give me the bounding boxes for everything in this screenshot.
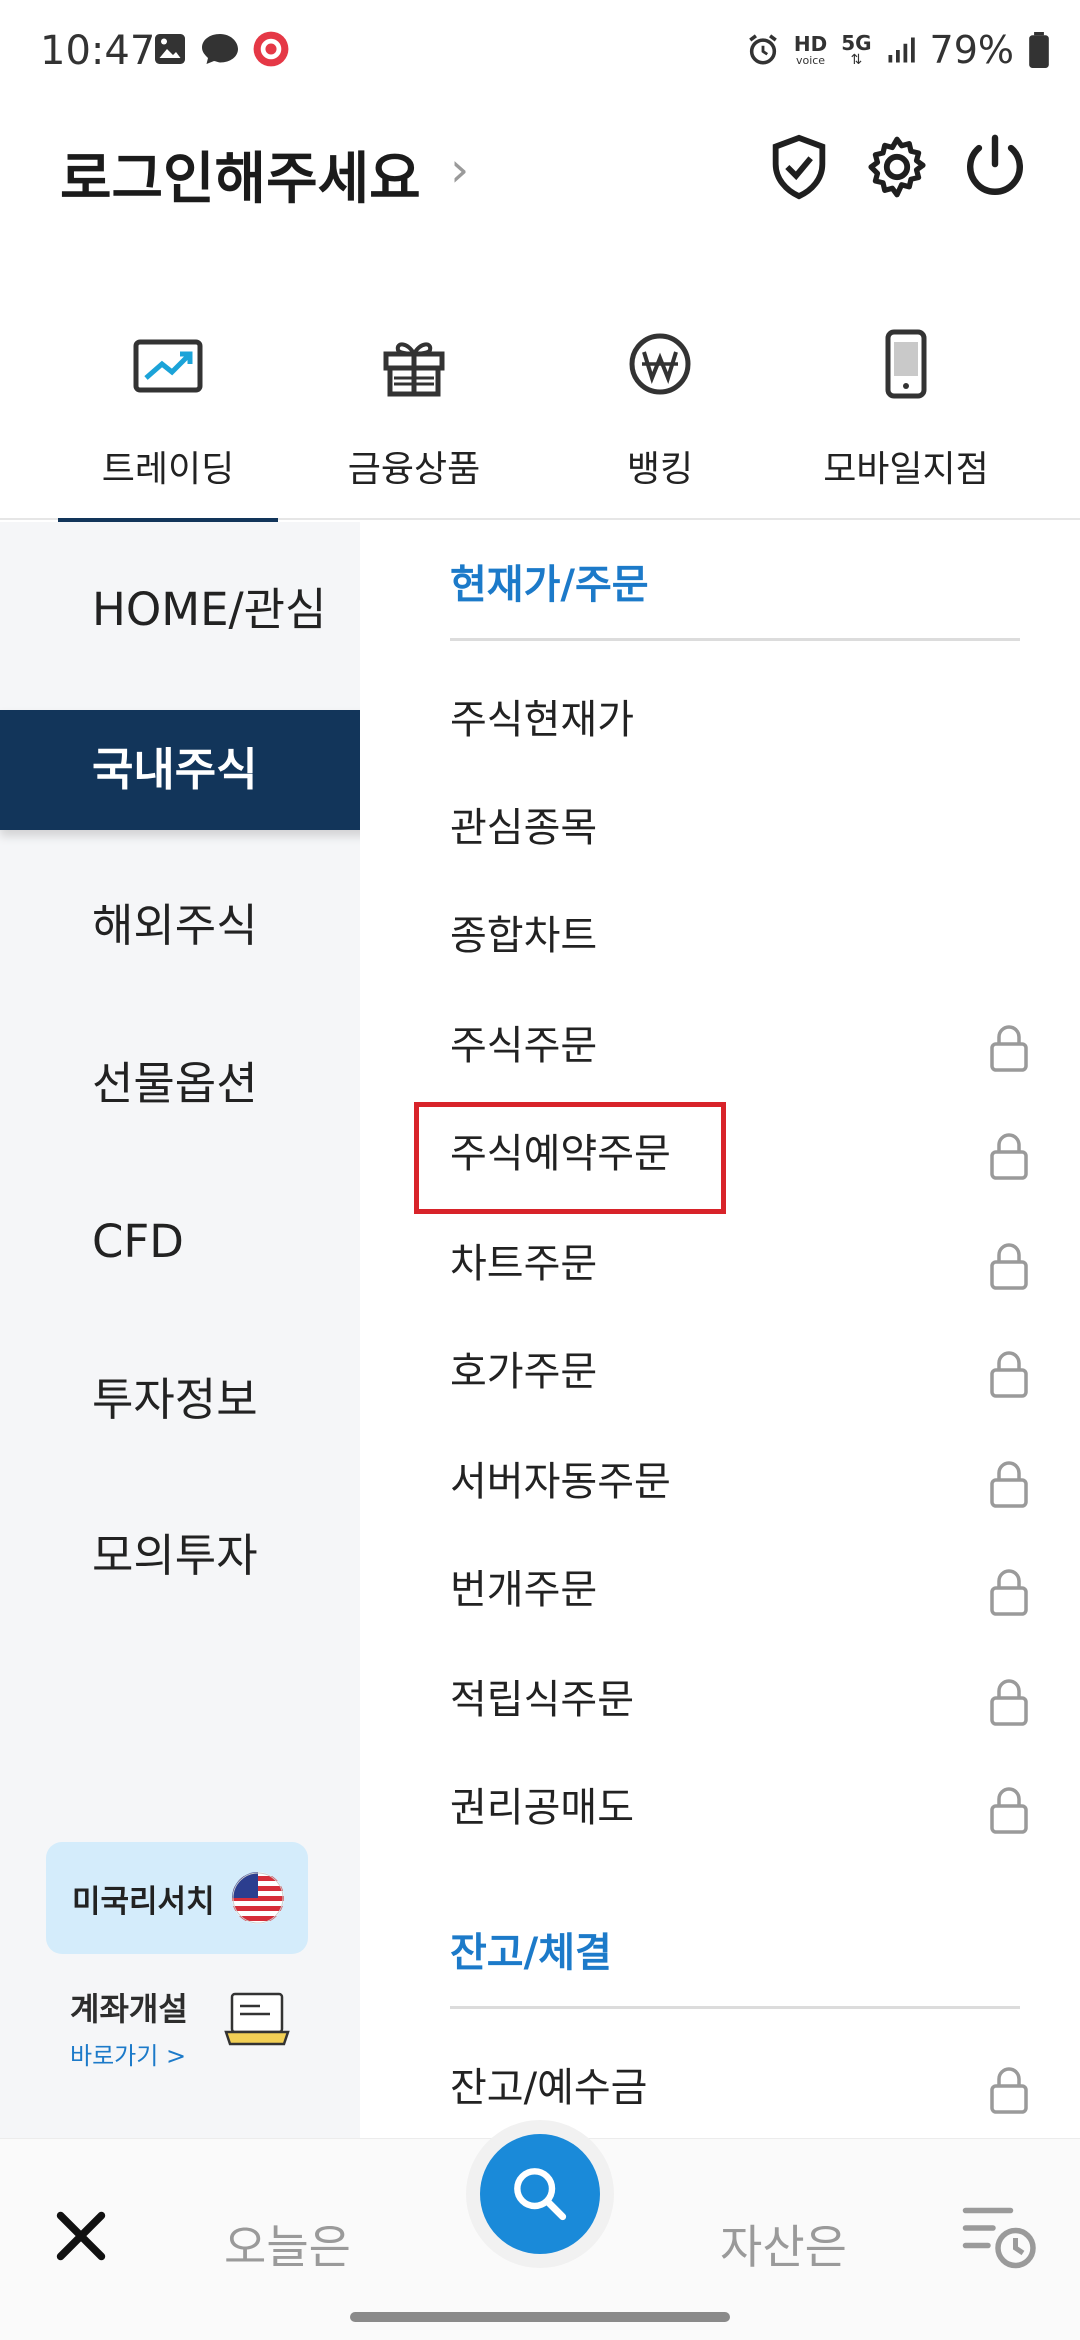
assets-button[interactable]: 자산은	[720, 2211, 847, 2277]
search-icon	[514, 2168, 567, 2221]
nav-overseas-stocks[interactable]: 해외주식	[0, 866, 392, 986]
highlight-box	[414, 1102, 726, 1214]
us-research-banner[interactable]: 미국리서치	[46, 1842, 308, 1954]
menu-installment-order[interactable]: 적립식주문	[450, 1660, 1030, 1740]
lock-icon	[990, 2067, 1028, 2114]
nav-cfd[interactable]: CFD	[0, 1182, 392, 1302]
login-prompt[interactable]: 로그인해주세요	[60, 134, 421, 215]
mobile-phone-icon	[885, 329, 927, 399]
account-opening-link[interactable]: 계좌개설 바로가기 >	[70, 1984, 310, 2074]
section-title-balance-execution: 잔고/체결	[450, 1930, 612, 1976]
status-time: 10:47	[40, 28, 156, 74]
5g-icon: 5G ⇅	[841, 31, 872, 68]
battery-icon	[1029, 32, 1049, 68]
power-icon[interactable]	[960, 132, 1030, 202]
lock-icon	[990, 1025, 1028, 1072]
today-button[interactable]: 오늘은	[224, 2211, 351, 2277]
status-bar: 10:47 HD voice 5G ⇅ 79%	[0, 0, 1080, 100]
menu-balance-deposit[interactable]: 잔고/예수금	[450, 2048, 1030, 2128]
lock-icon	[990, 1679, 1028, 1726]
section-divider	[450, 2006, 1020, 2009]
hd-voice-icon: HD voice	[793, 31, 828, 67]
chat-bubble-icon	[202, 34, 238, 64]
shield-check-icon[interactable]	[764, 132, 834, 202]
tab-banking[interactable]: 뱅킹	[560, 324, 760, 520]
tab-mobile-branch[interactable]: 모바일지점	[806, 324, 1006, 520]
chevron-right-icon[interactable]: ›	[450, 142, 469, 198]
tab-financial-products[interactable]: 금융상품	[314, 324, 514, 520]
gear-icon[interactable]	[862, 132, 932, 202]
lock-icon	[990, 1569, 1028, 1616]
close-icon[interactable]	[46, 2201, 116, 2271]
tab-label: 모바일지점	[823, 449, 989, 490]
nav-mock-investment[interactable]: 모의투자	[0, 1496, 392, 1616]
nav-futures-options[interactable]: 선물옵션	[0, 1024, 392, 1144]
category-tabs: 트레이딩 금융상품 뱅킹 모바일지점	[0, 300, 1080, 523]
header: 로그인해주세요 ›	[0, 120, 1080, 220]
search-button[interactable]	[480, 2134, 600, 2254]
gift-icon	[383, 342, 445, 397]
nav-home-watchlist[interactable]: HOME/관심	[0, 550, 392, 670]
history-menu-icon[interactable]	[958, 2193, 1038, 2273]
tab-label: 뱅킹	[626, 449, 694, 490]
tab-label: 트레이딩	[101, 449, 235, 490]
menu-watchlist[interactable]: 관심종목	[450, 788, 1030, 868]
won-coin-icon	[629, 333, 691, 395]
signal-icon	[888, 37, 915, 63]
alarm-icon	[749, 34, 777, 65]
menu-lightning-order[interactable]: 번개주문	[450, 1550, 1030, 1630]
menu-stock-order[interactable]: 주식주문	[450, 1006, 1030, 1086]
submenu-panel: 현재가/주문 주식현재가 관심종목 종합차트 주식주문 주식예약주문 차트주문 …	[360, 522, 1080, 2138]
menu-server-auto-order[interactable]: 서버자동주문	[450, 1442, 1030, 1522]
promo-label: 미국리서치	[72, 1884, 215, 1920]
lock-icon	[990, 1133, 1028, 1180]
menu-stock-quote[interactable]: 주식현재가	[450, 680, 1030, 760]
section-divider	[450, 638, 1020, 641]
home-indicator	[350, 2312, 730, 2322]
battery-percent: 79%	[929, 28, 1014, 72]
us-flag-icon	[232, 1872, 284, 1924]
lock-icon	[990, 1787, 1028, 1834]
menu-hoga-order[interactable]: 호가주문	[450, 1332, 1030, 1412]
nav-domestic-stocks[interactable]: 국내주식	[0, 710, 392, 830]
nav-investment-info[interactable]: 투자정보	[0, 1340, 392, 1460]
trading-chart-icon	[133, 339, 203, 393]
lock-icon	[990, 1461, 1028, 1508]
tab-trading[interactable]: 트레이딩	[58, 324, 278, 523]
laptop-icon	[224, 1992, 290, 2046]
lock-icon	[990, 1243, 1028, 1290]
tab-label: 금융상품	[347, 449, 481, 490]
section-title-quote-order: 현재가/주문	[450, 562, 649, 608]
notification-app-icon	[253, 31, 289, 67]
lock-icon	[990, 1351, 1028, 1398]
menu-chart-order[interactable]: 차트주문	[450, 1224, 1030, 1304]
menu-rights-short-selling[interactable]: 권리공매도	[450, 1768, 1030, 1848]
menu-total-chart[interactable]: 종합차트	[450, 896, 1030, 976]
gallery-icon	[155, 34, 185, 64]
